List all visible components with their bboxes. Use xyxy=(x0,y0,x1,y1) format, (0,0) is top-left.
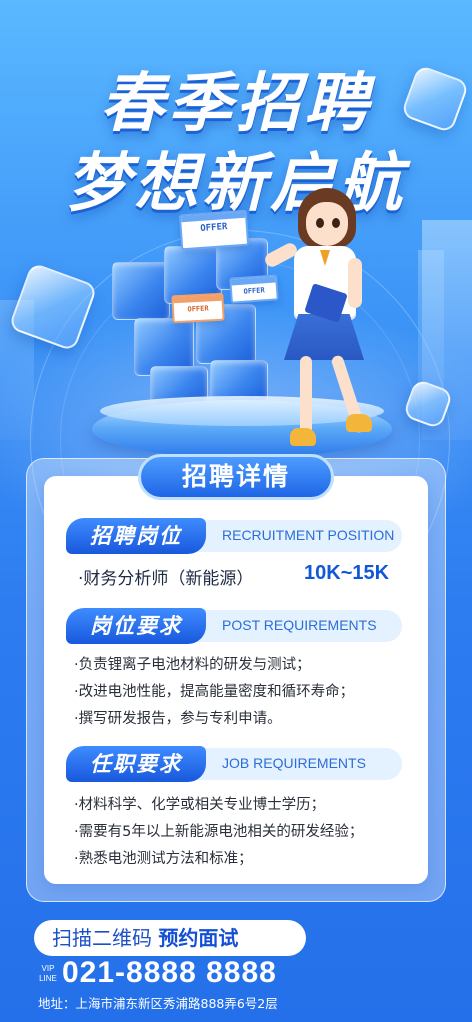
job-requirements-list: ·材料科学、化学或相关专业博士学历； ·需要有5年以上新能源电池相关的研发经验；… xyxy=(74,792,363,873)
list-item: ·负责锂离子电池材料的研发与测试； xyxy=(74,657,311,673)
offer-card: OFFER xyxy=(178,209,250,251)
scan-qr-button[interactable]: 扫描二维码 预约面试 xyxy=(34,920,306,956)
address: 地址：上海市浦东新区秀浦路888弄6号2层 xyxy=(38,996,278,1011)
scan-emphasis: 预约面试 xyxy=(158,926,239,950)
section-tag-position: 招聘岗位 xyxy=(66,518,206,554)
section-tag-job: 任职要求 xyxy=(66,746,206,782)
section-english-position: RECRUITMENT POSITION xyxy=(222,527,395,543)
character-skirt xyxy=(284,314,364,360)
character-eye xyxy=(316,218,324,228)
poster: 春季招聘 梦想新启航 OFFER OFFER OFFER 招聘详情 招聘岗位 R… xyxy=(0,0,472,1022)
scan-text: 扫描二维码 xyxy=(52,926,152,950)
section-english-job: JOB REQUIREMENTS xyxy=(222,755,366,771)
character-illustration xyxy=(260,188,380,458)
character-shoe xyxy=(346,414,372,432)
vip-line-label: VIP LINE xyxy=(38,964,58,984)
card-heading: 招聘详情 xyxy=(138,454,334,500)
job-title: ·财务分析师（新能源） xyxy=(78,569,254,589)
list-item: ·需要有5年以上新能源电池相关的研发经验； xyxy=(74,824,364,840)
character-leg xyxy=(300,356,312,436)
list-item: ·熟悉电池测试方法和标准； xyxy=(74,851,253,867)
character-face xyxy=(306,202,348,246)
vip-label: VIP xyxy=(41,964,55,973)
line-label: LINE xyxy=(39,974,57,983)
section-english-post: POST REQUIREMENTS xyxy=(222,617,377,633)
salary: 10K~15K xyxy=(304,562,390,584)
list-item: ·改进电池性能，提高能量密度和循环寿命； xyxy=(74,684,355,700)
character-arm xyxy=(348,258,362,308)
title-line-1: 春季招聘 xyxy=(100,67,372,141)
cube-block xyxy=(112,262,170,320)
phone-number[interactable]: 021-8888 8888 xyxy=(62,956,277,990)
character-eye xyxy=(332,218,340,228)
offer-card: OFFER xyxy=(171,292,225,324)
section-tag-post: 岗位要求 xyxy=(66,608,206,644)
character-shoe xyxy=(290,428,316,446)
post-requirements-list: ·负责锂离子电池材料的研发与测试； ·改进电池性能，提高能量密度和循环寿命； ·… xyxy=(74,652,354,733)
list-item: ·撰写研发报告，参与专利申请。 xyxy=(74,711,282,727)
list-item: ·材料科学、化学或相关专业博士学历； xyxy=(74,797,326,813)
